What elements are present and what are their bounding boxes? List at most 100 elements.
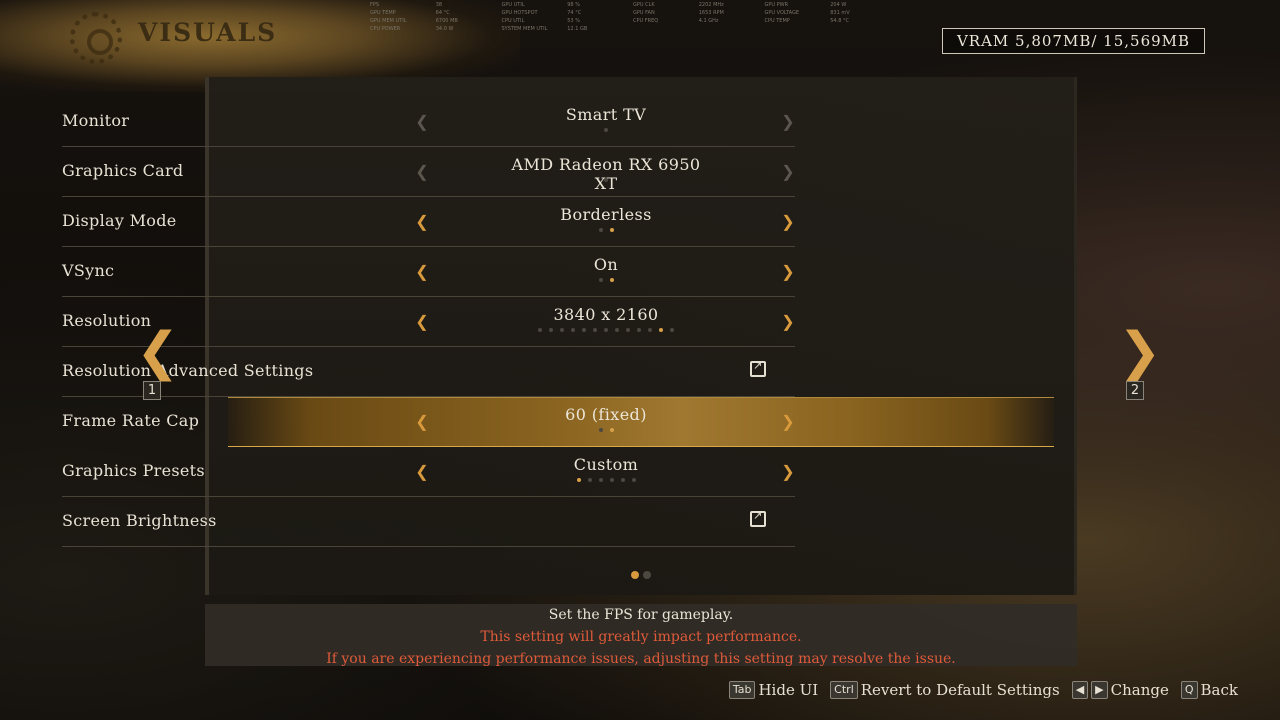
change-label: Change bbox=[1110, 681, 1169, 699]
previous-option-arrow-icon[interactable]: ❮ bbox=[415, 213, 429, 231]
setting-value: On bbox=[593, 255, 619, 274]
setting-row-frame-rate-cap[interactable]: Frame Rate Cap ❮ 60 (fixed) ❯ bbox=[62, 397, 795, 447]
previous-option-arrow-icon[interactable]: ❮ bbox=[415, 463, 429, 481]
option-dots bbox=[498, 428, 714, 432]
option-dot bbox=[582, 328, 586, 332]
right-arrow-key-icon: ▶ bbox=[1091, 681, 1108, 699]
revert-label: Revert to Default Settings bbox=[860, 681, 1060, 699]
hide-ui-hint[interactable]: Tab Hide UI bbox=[728, 681, 818, 699]
perf-stat: 831 mV bbox=[830, 10, 850, 16]
warning-text: This setting will greatly impact perform… bbox=[480, 629, 802, 645]
perf-stat: GPU MEM UTIL bbox=[370, 18, 407, 24]
next-page-key: 2 bbox=[1126, 381, 1144, 400]
option-dots bbox=[498, 328, 714, 332]
perf-stat: GPU HOTSPOT bbox=[501, 10, 538, 16]
option-dot bbox=[549, 328, 553, 332]
setting-row-graphics-presets[interactable]: Graphics Presets ❮ Custom ❯ bbox=[62, 447, 795, 497]
previous-option-arrow-icon[interactable]: ❮ bbox=[415, 163, 429, 181]
setting-row-graphics-card[interactable]: Graphics Card ❮ AMD Radeon RX 6950 XT ❯ bbox=[62, 147, 795, 197]
setting-label: Frame Rate Cap bbox=[62, 411, 200, 430]
next-option-arrow-icon[interactable]: ❯ bbox=[781, 313, 795, 331]
external-link-icon[interactable] bbox=[750, 509, 766, 527]
description-text: Set the FPS for gameplay. bbox=[548, 607, 734, 623]
next-option-arrow-icon[interactable]: ❯ bbox=[781, 463, 795, 481]
perf-stat: 2202 MHz bbox=[698, 2, 724, 8]
option-dot bbox=[587, 478, 592, 482]
setting-label: Graphics Presets bbox=[62, 461, 205, 480]
option-dot bbox=[609, 278, 614, 282]
next-page-arrow-icon[interactable]: ❯ bbox=[1118, 326, 1162, 378]
performance-overlay: FPS 38 GPU UTIL 98 % GPU CLK 2202 MHz GPU PWR 2… bbox=[370, 2, 890, 32]
option-dot bbox=[598, 428, 603, 432]
perf-stat: GPU UTIL bbox=[501, 2, 525, 8]
option-dot bbox=[631, 478, 636, 482]
perf-stat: GPU FAN bbox=[633, 10, 655, 16]
perf-stat: 6700 MB bbox=[435, 18, 458, 24]
previous-option-arrow-icon[interactable]: ❮ bbox=[415, 263, 429, 281]
option-dot bbox=[670, 328, 674, 332]
next-option-arrow-icon[interactable]: ❯ bbox=[781, 163, 795, 181]
external-link-icon[interactable] bbox=[750, 359, 766, 377]
next-option-arrow-icon[interactable]: ❯ bbox=[781, 213, 795, 231]
option-dot bbox=[571, 328, 575, 332]
option-dot bbox=[598, 478, 603, 482]
tab-key: Tab bbox=[728, 681, 756, 699]
setting-value: Custom bbox=[573, 455, 639, 474]
page-dot bbox=[631, 571, 639, 579]
option-dot bbox=[637, 328, 641, 332]
setting-value: 3840 x 2160 bbox=[553, 305, 659, 324]
setting-row-screen-brightness[interactable]: Screen Brightness bbox=[62, 497, 795, 547]
setting-value: 60 (fixed) bbox=[565, 405, 647, 424]
change-hint[interactable]: ◀ ▶ Change bbox=[1071, 681, 1169, 699]
setting-label: Display Mode bbox=[62, 211, 177, 230]
option-dots bbox=[498, 228, 714, 232]
previous-option-arrow-icon[interactable]: ❮ bbox=[415, 313, 429, 331]
description-box: Set the FPS for gameplay. This setting w… bbox=[205, 604, 1077, 667]
next-option-arrow-icon[interactable]: ❯ bbox=[781, 413, 795, 431]
option-dot bbox=[593, 328, 597, 332]
setting-row-monitor[interactable]: Monitor ❮ Smart TV ❯ bbox=[62, 97, 795, 147]
option-dot bbox=[609, 478, 614, 482]
option-dot bbox=[659, 328, 663, 332]
perf-stat: 1653 RPM bbox=[698, 10, 724, 16]
setting-value: Borderless bbox=[560, 205, 652, 224]
perf-stat: CPU FREQ bbox=[633, 18, 659, 24]
option-dot bbox=[626, 328, 630, 332]
page-indicator bbox=[631, 571, 651, 579]
next-option-arrow-icon[interactable]: ❯ bbox=[781, 263, 795, 281]
vram-readout: VRAM 5,807MB/ 15,569MB bbox=[942, 28, 1205, 54]
option-dots bbox=[498, 128, 714, 132]
option-dot bbox=[615, 328, 619, 332]
previous-option-arrow-icon[interactable]: ❮ bbox=[415, 113, 429, 131]
revert-hint[interactable]: Ctrl Revert to Default Settings bbox=[830, 681, 1060, 699]
option-dots bbox=[498, 478, 714, 482]
previous-option-arrow-icon[interactable]: ❮ bbox=[415, 413, 429, 431]
warning-text: If you are experiencing performance issu… bbox=[326, 651, 956, 667]
prev-page-arrow-icon[interactable]: ❮ bbox=[136, 326, 180, 378]
option-dots bbox=[498, 178, 714, 182]
option-dot bbox=[598, 228, 603, 232]
option-dot bbox=[604, 128, 608, 132]
setting-row-vsync[interactable]: VSync ❮ On ❯ bbox=[62, 247, 795, 297]
next-option-arrow-icon[interactable]: ❯ bbox=[781, 113, 795, 131]
left-arrow-key-icon: ◀ bbox=[1071, 681, 1089, 699]
back-hint[interactable]: Q Back bbox=[1180, 681, 1238, 699]
setting-label: Resolution Advanced Settings bbox=[62, 361, 314, 380]
ctrl-key: Ctrl bbox=[830, 681, 858, 699]
perf-stat: 4.1 GHz bbox=[698, 18, 719, 24]
option-dot bbox=[576, 478, 581, 482]
footer-hints: Tab Hide UI Ctrl Revert to Default Setti… bbox=[728, 681, 1244, 699]
perf-stat: CPU UTIL bbox=[501, 18, 525, 24]
page-title: VISUALS bbox=[138, 18, 278, 47]
setting-row-display-mode[interactable]: Display Mode ❮ Borderless ❯ bbox=[62, 197, 795, 247]
perf-stat: GPU TEMP bbox=[370, 10, 396, 16]
setting-label: Graphics Card bbox=[62, 161, 184, 180]
option-dot bbox=[538, 328, 542, 332]
setting-value: Smart TV bbox=[565, 105, 647, 124]
perf-stat: GPU PWR bbox=[764, 2, 789, 8]
perf-stat: GPU VOLTAGE bbox=[764, 10, 800, 16]
perf-stat: 12.1 GB bbox=[567, 26, 588, 32]
option-dot bbox=[609, 228, 614, 232]
perf-stat: SYSTEM MEM UTIL bbox=[501, 26, 548, 32]
q-key: Q bbox=[1180, 681, 1198, 699]
